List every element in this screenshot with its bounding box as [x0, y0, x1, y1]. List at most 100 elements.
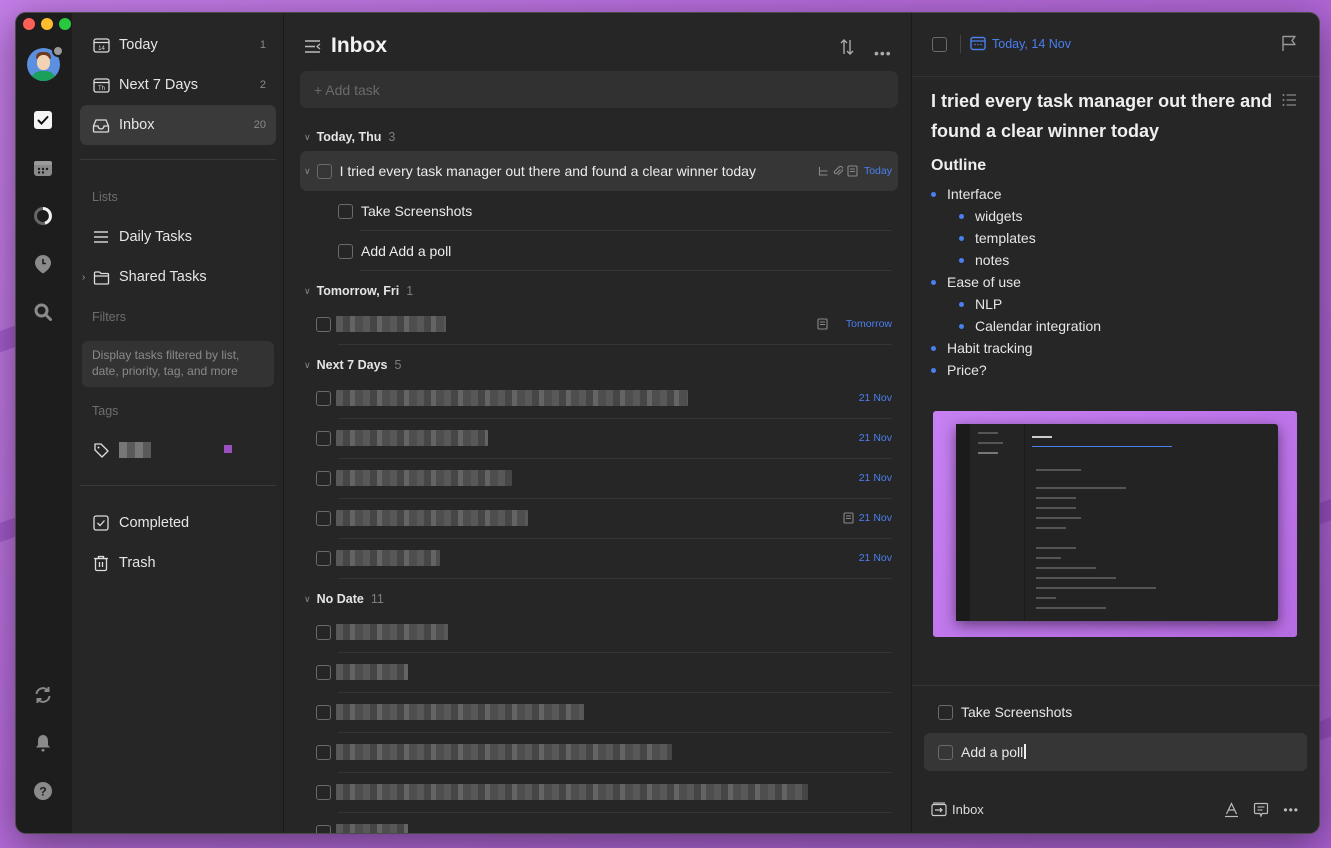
sidebar-item-inbox[interactable]: Inbox 20 — [80, 105, 276, 145]
more-options-button[interactable]: ••• — [874, 45, 892, 61]
task-checkbox[interactable] — [316, 784, 331, 800]
task-due-date[interactable]: 21 Nov — [859, 552, 892, 564]
task-checkbox[interactable] — [338, 243, 353, 259]
task-row[interactable] — [316, 812, 898, 833]
task-checkbox[interactable] — [316, 664, 331, 680]
sidebar-item-completed[interactable]: Completed — [80, 503, 276, 543]
task-checkbox[interactable] — [316, 704, 331, 720]
task-checkbox[interactable] — [316, 470, 331, 486]
rail-help-button[interactable]: ? — [32, 780, 54, 802]
due-date-button[interactable]: Today, 14 Nov — [970, 36, 1071, 51]
group-header-today[interactable]: ∨ Today, Thu 3 — [304, 130, 395, 144]
checklist-item[interactable]: Take Screenshots — [924, 693, 1307, 731]
checklist-toggle-icon[interactable] — [1282, 93, 1297, 107]
group-label: No Date — [316, 592, 364, 606]
svg-text:?: ? — [39, 785, 46, 799]
menu-toggle-icon[interactable] — [304, 39, 321, 54]
close-window-button[interactable] — [23, 18, 35, 30]
task-row[interactable] — [316, 612, 898, 652]
task-row[interactable]: 21 Nov — [316, 458, 898, 498]
task-checkbox[interactable] — [316, 316, 331, 332]
bullet-icon — [931, 345, 936, 351]
clock-pin-icon — [35, 255, 51, 274]
task-row[interactable]: 21 Nov — [316, 498, 898, 538]
task-checkbox[interactable] — [316, 430, 331, 446]
outline-item-text: Habit tracking — [947, 340, 1033, 356]
task-checkbox[interactable] — [338, 203, 353, 219]
task-due-date[interactable]: 21 Nov — [859, 472, 892, 484]
calendar-14-icon: 14 — [92, 36, 110, 54]
priority-flag-icon[interactable] — [1281, 35, 1297, 52]
outline-item: NLP — [931, 293, 1101, 315]
task-row[interactable] — [316, 772, 898, 812]
outline-list[interactable]: Interface widgets templates notes Ease o… — [931, 183, 1101, 381]
task-checkbox[interactable] — [316, 510, 331, 526]
sidebar-item-tag[interactable] — [80, 430, 276, 470]
rail-notifications-button[interactable] — [32, 732, 54, 754]
task-due-date[interactable]: 21 Nov — [859, 392, 892, 404]
task-due-date[interactable]: Today — [864, 165, 892, 177]
task-row[interactable] — [316, 692, 898, 732]
checklist-item-input[interactable]: Add a poll — [961, 744, 1026, 760]
task-checkbox[interactable] — [316, 163, 332, 179]
rail-habit-button[interactable] — [32, 205, 54, 227]
task-checkbox[interactable] — [316, 744, 331, 760]
task-due-date[interactable]: 21 Nov — [859, 512, 892, 524]
task-row[interactable]: 21 Nov — [316, 418, 898, 458]
sidebar-item-today[interactable]: 14 Today 1 — [80, 25, 276, 65]
checklist-checkbox[interactable] — [938, 704, 953, 720]
avatar-shirt — [31, 71, 56, 81]
minimize-window-button[interactable] — [41, 18, 53, 30]
task-checkbox[interactable] — [316, 624, 331, 640]
rail-search-button[interactable] — [32, 301, 54, 323]
outline-heading: Outline — [931, 157, 987, 174]
rail-pomodoro-button[interactable] — [32, 253, 54, 275]
more-options-icon[interactable]: ••• — [1283, 803, 1299, 817]
task-row[interactable]: 21 Nov — [316, 378, 898, 418]
expand-chevron-icon[interactable]: › — [82, 272, 85, 283]
page-title: Inbox — [331, 34, 387, 57]
rail-calendar-button[interactable] — [32, 157, 54, 179]
sidebar-item-daily-tasks[interactable]: Daily Tasks — [80, 217, 276, 257]
task-checkbox[interactable] — [316, 550, 331, 566]
task-row[interactable]: Tomorrow — [316, 304, 898, 344]
comment-icon[interactable] — [1253, 802, 1269, 818]
task-row[interactable] — [316, 652, 898, 692]
sort-icon[interactable] — [840, 38, 854, 56]
header-separator — [960, 35, 961, 53]
task-checkbox[interactable] — [316, 390, 331, 406]
task-due-date[interactable]: Tomorrow — [846, 318, 892, 330]
detail-footer-actions: ••• — [1224, 802, 1299, 818]
add-task-input[interactable]: + Add task — [300, 71, 898, 108]
embedded-screenshot-image[interactable] — [933, 411, 1297, 637]
subtask-row[interactable]: Add Add a poll — [338, 231, 898, 271]
detail-task-checkbox[interactable] — [932, 37, 947, 52]
group-header-next-7-days[interactable]: ∨ Next 7 Days 5 — [304, 358, 401, 372]
zoom-window-button[interactable] — [59, 18, 71, 30]
task-row[interactable]: ∨ I tried every task manager out there a… — [300, 151, 898, 191]
group-header-no-date[interactable]: ∨ No Date 11 — [304, 592, 384, 606]
task-title-editor[interactable]: I tried every task manager out there and… — [931, 86, 1281, 146]
rail-tasks-button[interactable] — [32, 109, 54, 131]
list-selector-button[interactable]: Inbox — [931, 802, 984, 817]
checklist-item-editing[interactable]: Add a poll — [924, 733, 1307, 771]
task-due-date[interactable]: 21 Nov — [859, 432, 892, 444]
calendar-icon — [34, 161, 52, 176]
group-header-tomorrow[interactable]: ∨ Tomorrow, Fri 1 — [304, 284, 413, 298]
checklist-checkbox[interactable] — [938, 744, 953, 760]
checklist-item-text[interactable]: Take Screenshots — [961, 704, 1072, 720]
text-format-icon[interactable] — [1224, 802, 1239, 818]
rail-sync-button[interactable] — [32, 684, 54, 706]
outline-item-text: Interface — [947, 186, 1002, 202]
chevron-down-icon[interactable]: ∨ — [304, 166, 311, 177]
subtask-row[interactable]: Take Screenshots — [338, 191, 898, 231]
task-checkbox[interactable] — [316, 824, 331, 833]
task-row[interactable]: 21 Nov — [316, 538, 898, 578]
sidebar-item-count: 20 — [253, 119, 266, 131]
sidebar-item-next-7-days[interactable]: Th Next 7 Days 2 — [80, 65, 276, 105]
sidebar-item-shared-tasks[interactable]: › Shared Tasks — [80, 257, 276, 297]
task-row[interactable] — [316, 732, 898, 772]
sidebar-item-trash[interactable]: Trash — [80, 543, 276, 583]
lists-section-header: Lists — [92, 190, 118, 204]
filters-hint[interactable]: Display tasks filtered by list, date, pr… — [82, 341, 274, 387]
